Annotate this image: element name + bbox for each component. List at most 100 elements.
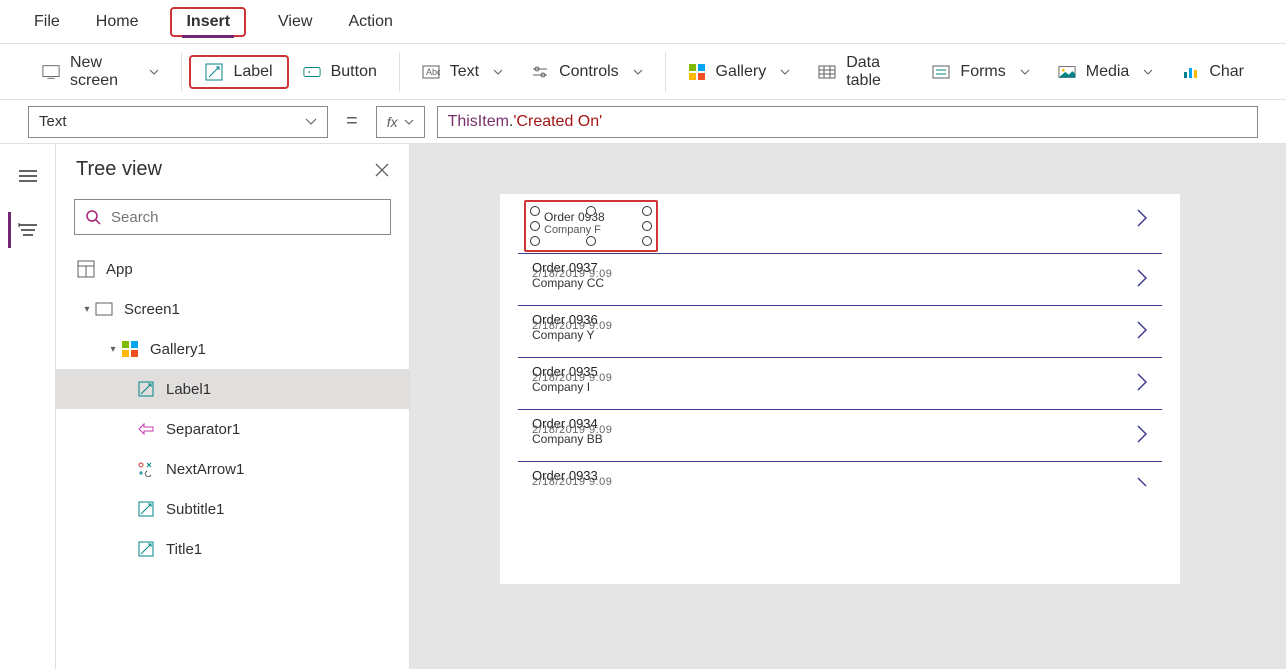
search-icon [85, 209, 101, 225]
menubar: File Home Insert View Action [0, 0, 1286, 44]
chevron-down-icon [633, 69, 643, 75]
resize-handle[interactable] [530, 206, 540, 216]
button-button[interactable]: Button [289, 57, 391, 87]
chevron-right-icon[interactable] [1136, 476, 1148, 496]
formula-token-thisitem: ThisItem [448, 113, 509, 131]
label-button[interactable]: Label [189, 55, 288, 89]
tree-node-screen1[interactable]: ▾ Screen1 [56, 289, 409, 329]
tree-search[interactable] [74, 199, 391, 235]
chevron-down-icon [493, 69, 503, 75]
tree-view-panel: Tree view App ▾ Screen [56, 144, 410, 669]
close-panel-button[interactable] [375, 163, 389, 177]
controls-button-label: Controls [559, 63, 619, 81]
tree-node-app[interactable]: App [56, 249, 409, 289]
charts-button[interactable]: Char [1167, 57, 1258, 87]
tree-node-label: Subtitle1 [166, 501, 224, 518]
chevron-down-icon [149, 69, 159, 75]
label-icon [136, 499, 156, 519]
text-button[interactable]: Abc Text [408, 57, 517, 87]
gallery-item[interactable]: Order 0933 2/18/2019 9:09 [518, 462, 1162, 502]
gallery-item[interactable]: Order 0935 2/18/2019 9:09 Company I [518, 358, 1162, 410]
separator [399, 52, 400, 92]
media-button-label: Media [1086, 63, 1130, 81]
controls-icon [531, 63, 549, 81]
menu-insert[interactable]: Insert [182, 5, 234, 38]
formula-bar: Text = fx ThisItem.'Created On' [0, 100, 1286, 144]
tree-node-label: NextArrow1 [166, 461, 244, 478]
hamburger-button[interactable] [10, 158, 46, 194]
menu-home[interactable]: Home [92, 5, 143, 39]
media-icon [1058, 63, 1076, 81]
forms-button[interactable]: Forms [918, 57, 1043, 87]
text-icon: Abc [422, 63, 440, 81]
tree-node-label: Screen1 [124, 301, 180, 318]
table-icon [818, 63, 836, 81]
tree-node-label: Title1 [166, 541, 202, 558]
menu-view[interactable]: View [274, 5, 316, 39]
nextarrow-icon [136, 459, 156, 479]
tree-node-nextarrow1[interactable]: NextArrow1 [56, 449, 409, 489]
tree-node-label1[interactable]: Label1 [56, 369, 409, 409]
chevron-down-icon [1143, 69, 1153, 75]
resize-handle[interactable] [586, 206, 596, 216]
tree-node-gallery1[interactable]: ▾ Gallery1 [56, 329, 409, 369]
controls-button[interactable]: Controls [517, 57, 657, 87]
gallery-item[interactable]: Order 0938 Company F [518, 194, 1162, 254]
gallery-button[interactable]: Gallery [674, 57, 805, 87]
chevron-right-icon[interactable] [1136, 424, 1148, 444]
gallery-icon [120, 339, 140, 359]
main-area: Tree view App ▾ Screen [0, 144, 1286, 669]
resize-handle[interactable] [642, 236, 652, 246]
menu-file[interactable]: File [30, 5, 64, 39]
tree-node-separator1[interactable]: Separator1 [56, 409, 409, 449]
tree-node-subtitle1[interactable]: Subtitle1 [56, 489, 409, 529]
data-table-button[interactable]: Data table [804, 48, 918, 96]
chevron-right-icon[interactable] [1136, 268, 1148, 288]
resize-handle[interactable] [530, 221, 540, 231]
gallery-item-subtitle: Company BB [532, 432, 603, 446]
gallery-item[interactable]: Order 0936 2/18/2019 9:09 Company Y [518, 306, 1162, 358]
tree-node-title1[interactable]: Title1 [56, 529, 409, 569]
separator [665, 52, 666, 92]
chevron-right-icon[interactable] [1136, 372, 1148, 392]
equals-sign: = [340, 110, 364, 133]
left-rail [0, 144, 56, 669]
tree-search-input[interactable] [111, 209, 380, 226]
chart-icon [1181, 63, 1199, 81]
chevron-right-icon[interactable] [1136, 208, 1148, 228]
gallery-item-subtitle: Company Y [532, 328, 594, 342]
formula-input[interactable]: ThisItem.'Created On' [437, 106, 1258, 138]
screen-icon [94, 299, 114, 319]
gallery-item[interactable]: Order 0934 2/18/2019 9:09 Company BB [518, 410, 1162, 462]
fx-label: fx [387, 114, 398, 130]
gallery-item-subtitle: Company CC [532, 276, 604, 290]
resize-handle[interactable] [586, 236, 596, 246]
resize-handle[interactable] [642, 206, 652, 216]
highlight-insert: Insert [170, 7, 246, 37]
canvas[interactable]: Order 0938 Company F Order 093 [410, 144, 1286, 669]
resize-handle[interactable] [642, 221, 652, 231]
label-button-label: Label [233, 63, 272, 81]
separator-icon [136, 419, 156, 439]
selected-label-control[interactable]: Order 0938 Company F [530, 206, 652, 246]
separator [181, 52, 182, 92]
gallery-item[interactable]: Order 0937 2/18/2019 9:09 Company CC [518, 254, 1162, 306]
menu-action[interactable]: Action [344, 5, 396, 39]
label-icon [136, 379, 156, 399]
property-selector[interactable]: Text [28, 106, 328, 138]
app-screen[interactable]: Order 0938 Company F Order 093 [500, 194, 1180, 584]
chevron-down-icon [1020, 69, 1030, 75]
gallery-item-subtitle: Company F [544, 224, 601, 236]
gallery-item-date: 2/18/2019 9:09 [532, 476, 612, 488]
media-button[interactable]: Media [1044, 57, 1168, 87]
button-button-label: Button [331, 63, 377, 81]
tree-node-label: Separator1 [166, 421, 240, 438]
charts-button-label: Char [1209, 63, 1244, 81]
chevron-right-icon[interactable] [1136, 320, 1148, 340]
new-screen-button[interactable]: New screen [28, 48, 173, 96]
forms-button-label: Forms [960, 63, 1005, 81]
chevron-down-icon [404, 119, 414, 125]
resize-handle[interactable] [530, 236, 540, 246]
fx-button[interactable]: fx [376, 106, 425, 138]
tree-view-button[interactable] [8, 212, 44, 248]
